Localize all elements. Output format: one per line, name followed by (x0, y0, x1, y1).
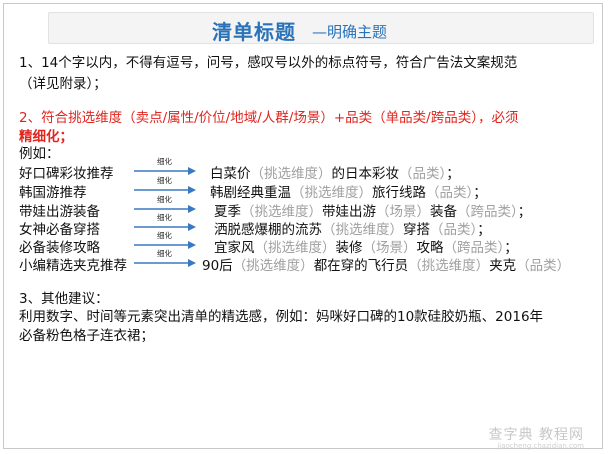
annotation-text: （挑选维度） (291, 185, 372, 201)
rule-3-heading: 3、其他建议： (19, 291, 109, 307)
example-label: 例如： (19, 146, 60, 162)
result-text: 韩剧经典重温 (210, 185, 291, 201)
example-result: 韩剧经典重温（挑选维度）旅行线路（品类）； (210, 181, 487, 201)
result-text: ； (517, 204, 532, 220)
result-text: ； (446, 166, 460, 182)
result-text: ； (473, 185, 487, 201)
annotation-text: （挑选维度） (232, 258, 314, 274)
rule-1-line-2: （详见附录）； (19, 76, 107, 92)
example-result: 90后（挑选维度）都在穿的飞行员（挑选维度）夹克（品类） (202, 254, 570, 274)
arrow-right-icon (134, 258, 196, 268)
rule-1-line-1: 1、14个字以内，不得有逗号，问号，感叹号以外的标点符号，符合广告法文案规范 (19, 55, 518, 71)
annotation-text: （挑选维度） (250, 166, 332, 182)
rule-3-line-2: 必备粉色格子连衣裙； (19, 328, 154, 344)
title-bar: 清单标题 —明确主题 (48, 12, 594, 44)
watermark-url: jiaocheng.chazidian.com (497, 442, 584, 450)
example-result: 夏季（挑选维度）带娃出游（场景）装备（跨品类）； (214, 200, 531, 220)
annotation-text: （品类） (399, 166, 447, 182)
result-text: 的日本彩妆 (331, 166, 400, 182)
rule-2-line-1: 2、符合挑选维度（卖点/属性/价位/地域/人群/场景）+品类（单品类/跨品类），… (19, 110, 519, 126)
result-text: 夹克 (489, 258, 517, 274)
result-text: 旅行线路 (372, 185, 426, 201)
result-text: 90后 (202, 258, 233, 274)
example-title: 女神必备穿搭 (19, 222, 100, 238)
annotation-text: （挑选维度） (408, 258, 490, 274)
example-result: 宜家风（挑选维度）装修（场景）攻略（跨品类）； (214, 236, 518, 256)
example-result: 白菜价（挑选维度）的日本彩妆（品类）； (210, 162, 460, 182)
example-title: 好口碑彩妆推荐 (19, 166, 114, 182)
annotation-text: （品类） (426, 185, 474, 201)
slide: 清单标题 —明确主题 1、14个字以内，不得有逗号，问号，感叹号以外的标点符号，… (3, 3, 603, 450)
example-result: 洒脱感爆棚的流苏（挑选维度）穿搭（品类）； (214, 218, 491, 238)
example-title: 韩国游推荐 (19, 185, 87, 201)
example-title: 小编精选夹克推荐 (19, 258, 127, 274)
rule-3-line-1: 利用数字、时间等元素突出清单的精选感，例如：妈咪好口碑的10款硅胶奶瓶、2016… (19, 309, 544, 325)
result-text: 白菜价 (210, 166, 251, 182)
example-title: 必备装修攻略 (19, 240, 100, 256)
annotation-text: （品类） (516, 258, 571, 274)
page-title: 清单标题 (212, 20, 296, 44)
watermark: 查字典 教程网 (488, 427, 584, 443)
result-text: 都在穿的飞行员 (313, 258, 409, 274)
example-title: 带娃出游装备 (19, 204, 100, 220)
page-subtitle: —明确主题 (312, 23, 388, 41)
